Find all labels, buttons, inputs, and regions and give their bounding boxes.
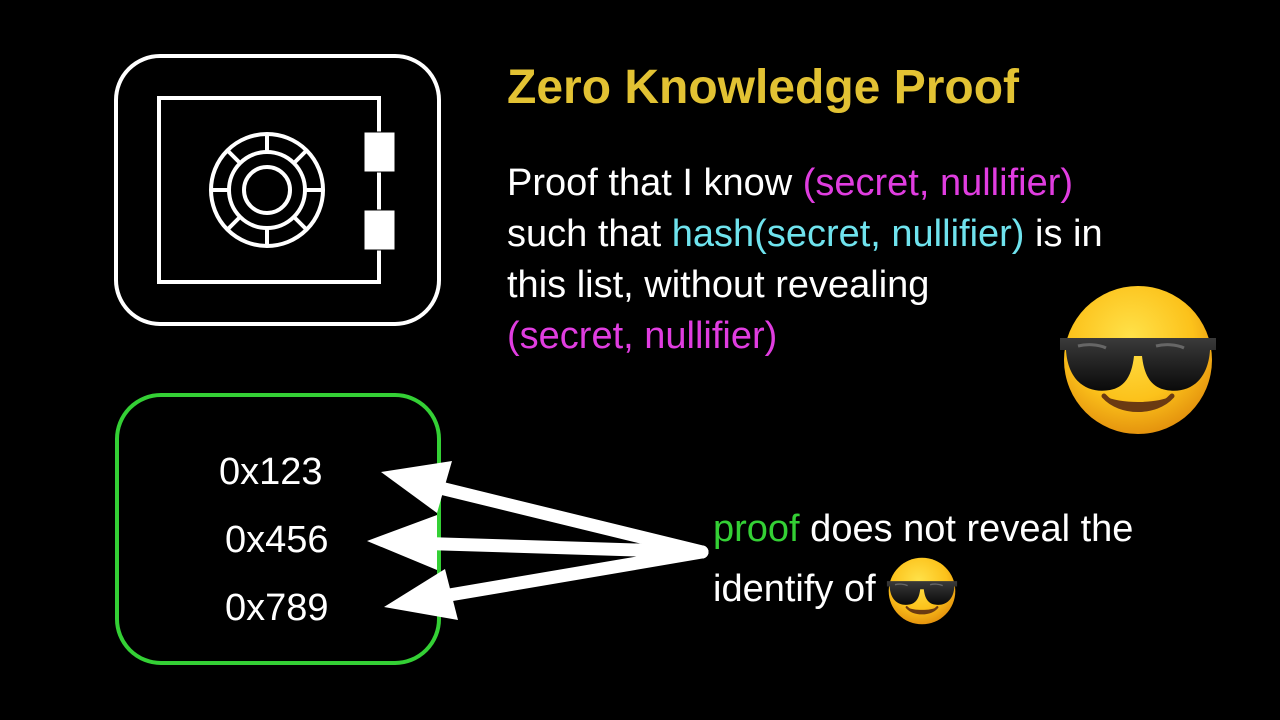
description-text: such that [507,213,672,255]
arrowhead-0x123 [381,461,452,513]
description-line-2: such that hash(secret, nullifier) is in [507,209,1207,260]
caption-text: identify of [713,568,887,610]
arrowhead-0x789 [384,569,458,620]
arrow-to-0x456 [403,536,709,559]
description-line-3: this list, without revealing [507,264,930,306]
description-text: Proof that I know [507,162,803,204]
caption-line-2: identify of [713,555,1133,627]
sunglasses-face-emoji-small [886,556,959,626]
hash-highlight: hash(secret, nullifier) [671,213,1025,255]
hash-list-item: 0x789 [225,587,329,629]
page-title: Zero Knowledge Proof [507,61,1020,114]
secret-nullifier-highlight: (secret, nullifier) [507,315,778,357]
arrowhead-0x456 [367,515,437,570]
safe-icon [114,54,441,326]
hash-list-item: 0x456 [225,519,329,561]
description-text: is in [1024,213,1103,255]
caption: proof does not reveal the identify of [713,504,1133,627]
caption-line-1: proof does not reveal the [713,504,1133,555]
secret-nullifier-highlight: (secret, nullifier) [802,162,1074,204]
arrow-to-0x789 [413,545,709,607]
description: Proof that I know (secret, nullifier) su… [507,158,1207,362]
caption-text: does not reveal the [799,508,1134,550]
arrows [367,461,709,620]
proof-highlight: proof [713,508,800,550]
description-line-1: Proof that I know (secret, nullifier) [507,158,1207,209]
hash-list-item: 0x123 [219,451,323,493]
